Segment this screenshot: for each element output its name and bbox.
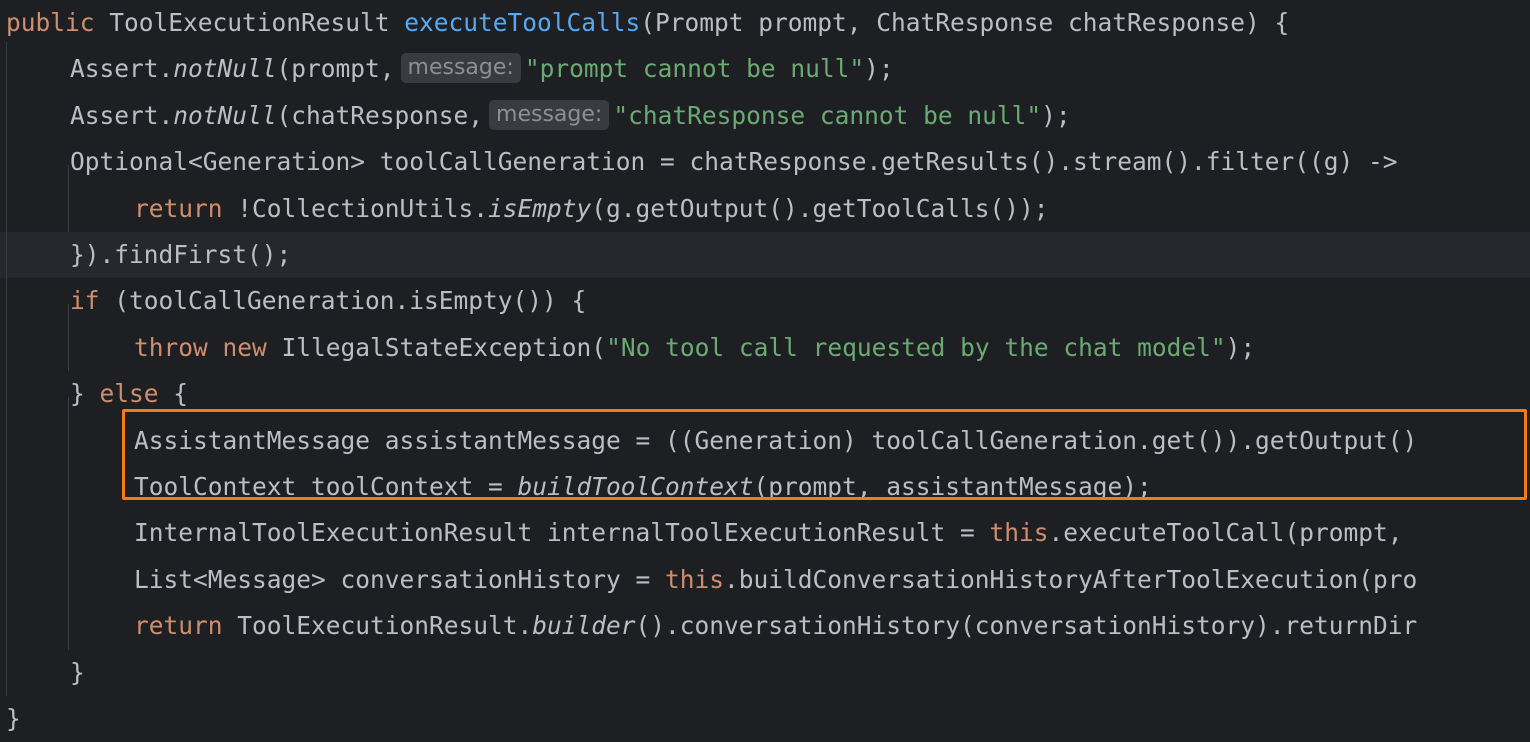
code-line[interactable]: List<Message> conversationHistory = this…: [0, 557, 1530, 603]
code-token: (toolCallGeneration.isEmpty()) {: [99, 286, 587, 316]
code-token: !CollectionUtils.: [222, 193, 489, 223]
indent-guide: [68, 164, 69, 232]
code-line-text: }).findFirst();: [70, 232, 291, 278]
code-token: executeToolCalls: [404, 8, 641, 37]
code-line[interactable]: Assert.notNull(chatResponse, message: "cha…: [0, 93, 1530, 139]
code-line[interactable]: ToolContext toolContext = buildToolConte…: [0, 464, 1530, 510]
code-token: (Prompt prompt, ChatResponse chatRespons…: [640, 8, 1290, 37]
indent-guide: [68, 303, 69, 372]
code-token: "prompt cannot be null": [524, 54, 865, 84]
code-token: ToolExecutionResult.: [222, 611, 533, 641]
code-token: if: [70, 286, 100, 316]
parameter-name-hint: message:: [400, 53, 521, 84]
code-line-text: throw new IllegalStateException("No tool…: [134, 325, 1255, 371]
code-token: );: [1225, 332, 1256, 362]
code-line[interactable]: public ToolExecutionResult executeToolCa…: [0, 0, 1530, 46]
code-token: public: [6, 8, 95, 37]
code-token: ToolContext toolContext =: [134, 472, 518, 501]
code-line[interactable]: return !CollectionUtils.isEmpty(g.getOut…: [0, 186, 1530, 232]
code-line[interactable]: InternalToolExecutionResult internalTool…: [0, 510, 1530, 556]
code-token: List<Message> conversationHistory =: [134, 564, 666, 594]
code-line[interactable]: }: [0, 696, 1530, 742]
code-line[interactable]: Optional<Generation> toolCallGeneration …: [0, 139, 1530, 185]
code-token: IllegalStateException(: [266, 332, 607, 362]
code-token: (g.getOutput().getToolCalls());: [591, 193, 1049, 223]
indent-guide: [68, 396, 69, 650]
code-token: return: [134, 611, 223, 641]
code-token: }: [70, 379, 100, 409]
code-token: notNull: [173, 54, 277, 84]
code-token: Assert.: [70, 54, 174, 84]
code-token: }: [70, 657, 85, 687]
code-line[interactable]: return ToolExecutionResult.builder().con…: [0, 603, 1530, 649]
code-token: this: [665, 564, 725, 594]
code-token: InternalToolExecutionResult internalTool…: [134, 518, 990, 548]
code-token: .buildConversationHistoryAfterToolExecut…: [724, 564, 1418, 594]
code-line-text: ToolContext toolContext = buildToolConte…: [134, 464, 1152, 510]
code-line-text: if (toolCallGeneration.isEmpty()) {: [70, 278, 586, 324]
code-line-text: AssistantMessage assistantMessage = ((Ge…: [134, 418, 1417, 464]
code-token: );: [1041, 100, 1071, 130]
code-line-text: return !CollectionUtils.isEmpty(g.getOut…: [134, 186, 1049, 232]
indent-guide: [6, 41, 7, 696]
code-token: this: [989, 518, 1049, 548]
code-token: "No tool call requested by the chat mode…: [606, 332, 1226, 362]
code-line[interactable]: if (toolCallGeneration.isEmpty()) {: [0, 278, 1530, 324]
code-token: throw: [134, 332, 208, 362]
code-token: builder: [532, 611, 636, 641]
code-line[interactable]: AssistantMessage assistantMessage = ((Ge…: [0, 418, 1530, 464]
code-token: Assert.: [70, 100, 174, 130]
parameter-name-hint: message:: [489, 99, 610, 130]
code-line-text: } else {: [70, 371, 188, 417]
code-line[interactable]: Assert.notNull(prompt, message: "prompt ca…: [0, 46, 1530, 92]
code-token: notNull: [173, 100, 277, 130]
code-token: buildToolContext: [517, 472, 754, 501]
code-line-text: public ToolExecutionResult executeToolCa…: [6, 0, 1289, 46]
code-token: ().conversationHistory(conversationHisto…: [635, 611, 1418, 641]
code-token: );: [864, 54, 894, 84]
code-editor[interactable]: }} return ToolExecutionResult.builder().c…: [0, 0, 1530, 733]
code-token: "chatResponse cannot be null": [613, 100, 1042, 130]
code-token: .executeToolCall(prompt,: [1048, 518, 1403, 548]
code-line-text: }: [70, 650, 85, 696]
code-line-text: return ToolExecutionResult.builder().con…: [134, 603, 1417, 649]
code-token: isEmpty: [488, 193, 592, 223]
code-token: ToolExecutionResult: [94, 8, 405, 37]
code-line-text: Optional<Generation> toolCallGeneration …: [70, 139, 1398, 185]
code-token: (prompt, assistantMessage);: [753, 472, 1152, 501]
code-token: }: [6, 704, 21, 733]
code-line-text: InternalToolExecutionResult internalTool…: [134, 510, 1403, 556]
code-line-text: List<Message> conversationHistory = this…: [134, 557, 1417, 603]
code-token: }).findFirst();: [70, 240, 292, 269]
code-token: (prompt,: [276, 54, 395, 84]
code-token: Optional<Generation> toolCallGeneration …: [70, 147, 1398, 177]
code-token: (chatResponse,: [276, 100, 484, 130]
code-token: AssistantMessage assistantMessage = ((Ge…: [134, 425, 1418, 455]
code-line[interactable]: }: [0, 650, 1530, 696]
code-line[interactable]: throw new IllegalStateException("No tool…: [0, 325, 1530, 371]
code-line[interactable]: } else {: [0, 371, 1530, 417]
code-line-text: Assert.notNull(prompt, message: "prompt ca…: [70, 46, 894, 92]
code-token: new: [222, 332, 267, 362]
code-token: return: [134, 193, 223, 223]
code-token: {: [158, 379, 189, 409]
code-line-text: Assert.notNull(chatResponse, message: "cha…: [70, 93, 1071, 139]
code-line[interactable]: }).findFirst();: [0, 232, 1530, 279]
code-token: else: [99, 379, 159, 409]
code-line-text: }: [6, 696, 21, 742]
